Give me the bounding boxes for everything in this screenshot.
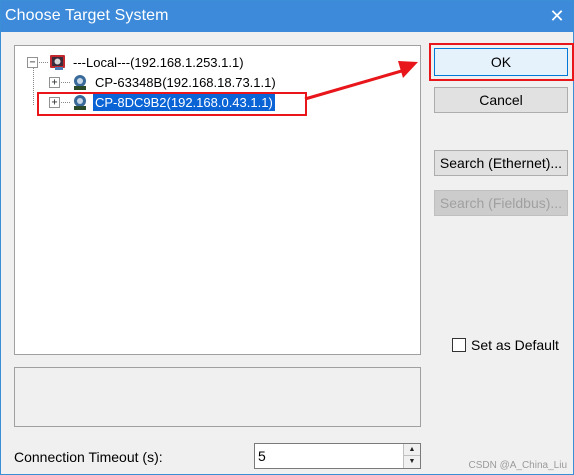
network-node-icon [50, 55, 65, 70]
watermark: CSDN @A_China_Liu [468, 460, 567, 471]
tree-item-label: ---Local--- (192.168.1.253.1.1) [73, 54, 244, 70]
set-default-option[interactable]: Set as Default [452, 337, 559, 353]
tree-item-cp-63348b[interactable]: + CP-63348B (192.168.18.73.1.1) [49, 72, 278, 92]
timeout-spinbox[interactable]: 5 ▲ ▼ [254, 443, 421, 469]
close-icon[interactable]: ✕ [545, 4, 569, 28]
set-default-label: Set as Default [471, 337, 559, 353]
spin-down-icon[interactable]: ▼ [404, 456, 420, 468]
tree-item-local[interactable]: − ---Local--- (192.168.1.253.1.1) [27, 52, 246, 72]
tree-connector-line [33, 68, 34, 105]
set-default-checkbox[interactable] [452, 338, 466, 352]
timeout-value[interactable]: 5 [258, 448, 266, 464]
cancel-button[interactable]: Cancel [434, 87, 568, 113]
search-fieldbus-button: Search (Fieldbus)... [434, 190, 568, 216]
timeout-label: Connection Timeout (s): [14, 449, 163, 465]
expand-icon[interactable]: + [49, 76, 60, 88]
search-ethernet-button[interactable]: Search (Ethernet)... [434, 150, 568, 176]
spin-up-icon[interactable]: ▲ [404, 444, 420, 456]
selection-annotation-box [37, 92, 307, 116]
message-panel [14, 367, 421, 427]
title-bar: Choose Target System ✕ [1, 1, 573, 32]
collapse-icon[interactable]: − [27, 56, 38, 68]
ok-button[interactable]: OK [434, 48, 568, 76]
choose-target-dialog: Choose Target System ✕ − ---Local--- (19… [0, 0, 574, 475]
spin-buttons: ▲ ▼ [403, 444, 420, 468]
network-node-icon [74, 75, 86, 90]
tree-item-label: CP-63348B (192.168.18.73.1.1) [95, 74, 276, 90]
tree-connector [39, 61, 48, 63]
window-title: Choose Target System [5, 7, 169, 24]
tree-connector [61, 81, 70, 83]
